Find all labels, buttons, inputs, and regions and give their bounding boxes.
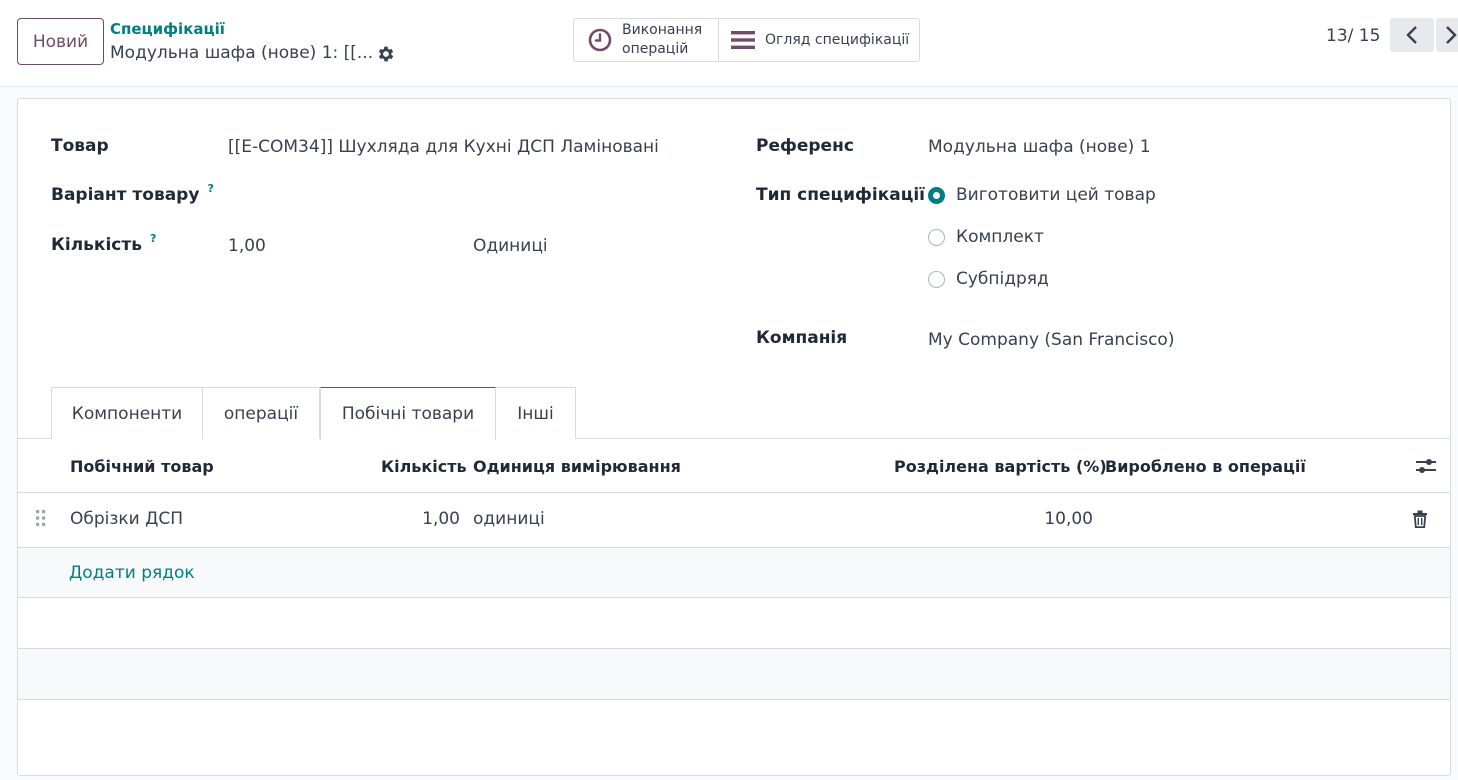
bom-type-label: Тип специфікації: [756, 185, 925, 205]
breadcrumb-current: Модульна шафа (нове) 1: [[...: [110, 43, 374, 63]
quantity-label-text: Кількість: [51, 235, 142, 255]
pager-value[interactable]: 13/ 15: [1326, 26, 1380, 46]
product-label: Товар: [51, 136, 109, 156]
operations-performance-button[interactable]: Виконання операцій: [574, 19, 719, 61]
bom-overview-label: Огляд специфікації: [765, 31, 910, 48]
quantity-help-icon[interactable]: ?: [150, 232, 156, 245]
chevron-right-icon: [1446, 26, 1457, 44]
variant-label-text: Варіант товару: [51, 185, 200, 205]
column-header-quantity[interactable]: Кількість: [381, 457, 467, 476]
reference-label: Референс: [756, 136, 854, 156]
radio-unchecked-icon: [928, 270, 945, 288]
quantity-uom-field[interactable]: Одиниці: [473, 236, 548, 256]
control-panel: Новий Специфікації Модульна шафа (нове) …: [0, 0, 1458, 87]
chevron-left-icon: [1406, 26, 1417, 44]
variant-label: Варіант товару?: [51, 182, 214, 205]
radio-unchecked-icon: [928, 228, 945, 246]
bom-overview-button[interactable]: Огляд специфікації: [719, 19, 919, 61]
smart-buttons: Виконання операцій Огляд специфікації: [573, 18, 920, 62]
list-icon: [731, 31, 755, 49]
gear-icon[interactable]: [376, 44, 396, 64]
drag-handle-icon[interactable]: [35, 509, 47, 527]
optional-columns-sliders-icon[interactable]: [1415, 456, 1437, 476]
tab-components[interactable]: Компоненти: [51, 387, 203, 439]
quantity-cell[interactable]: 1,00: [398, 509, 460, 529]
radio-label: Комплект: [956, 227, 1044, 247]
company-label: Компанія: [756, 328, 848, 348]
new-button[interactable]: Новий: [17, 18, 104, 65]
row-divider: [18, 597, 1450, 598]
row-divider: [18, 699, 1450, 700]
uom-cell[interactable]: одиниці: [473, 509, 545, 529]
variant-help-icon[interactable]: ?: [207, 182, 213, 195]
operations-label-line2: операцій: [622, 41, 689, 57]
tab-operations[interactable]: операції: [202, 387, 320, 439]
bom-type-radio-kit[interactable]: Комплект: [928, 227, 1044, 247]
column-header-uom[interactable]: Одиниця вимірювання: [473, 457, 681, 476]
tab-miscellaneous[interactable]: Інші: [495, 387, 576, 439]
quantity-field[interactable]: 1,00: [228, 236, 266, 256]
trash-icon[interactable]: [1412, 510, 1428, 528]
byproduct-cell[interactable]: Обрізки ДСП: [70, 509, 183, 529]
pager-next-button[interactable]: [1436, 18, 1458, 52]
clock-icon: [588, 28, 612, 52]
breadcrumb-parent-link[interactable]: Специфікації: [110, 20, 225, 38]
radio-label: Субпідряд: [956, 269, 1049, 289]
column-header-operation[interactable]: Вироблено в операції: [1105, 457, 1306, 476]
quantity-label: Кількість?: [51, 232, 156, 255]
pager-previous-button[interactable]: [1390, 18, 1434, 52]
radio-checked-icon: [928, 186, 945, 204]
bom-type-radio-manufacture[interactable]: Виготовити цей товар: [928, 185, 1156, 205]
add-line-row: [18, 548, 1450, 598]
form-sheet: Товар [[E-COM34]] Шухляда для Кухні ДСП …: [17, 98, 1451, 776]
header-divider: [18, 492, 1450, 493]
column-header-cost-share[interactable]: Розділена вартість (%): [894, 457, 1107, 476]
bom-type-radio-subcontract[interactable]: Субпідряд: [928, 269, 1049, 289]
operations-label-line1: Виконання: [622, 22, 703, 38]
radio-label: Виготовити цей товар: [956, 185, 1156, 205]
column-header-byproduct[interactable]: Побічний товар: [70, 457, 214, 476]
cost-share-cell[interactable]: 10,00: [1008, 509, 1093, 529]
company-field[interactable]: My Company (San Francisco): [928, 330, 1174, 350]
reference-field[interactable]: Модульна шафа (нове) 1: [928, 137, 1151, 157]
empty-row: [18, 649, 1450, 699]
add-line-link[interactable]: Додати рядок: [69, 563, 195, 583]
product-field[interactable]: [[E-COM34]] Шухляда для Кухні ДСП Ламіно…: [228, 137, 659, 157]
tab-byproducts[interactable]: Побічні товари: [320, 387, 496, 440]
